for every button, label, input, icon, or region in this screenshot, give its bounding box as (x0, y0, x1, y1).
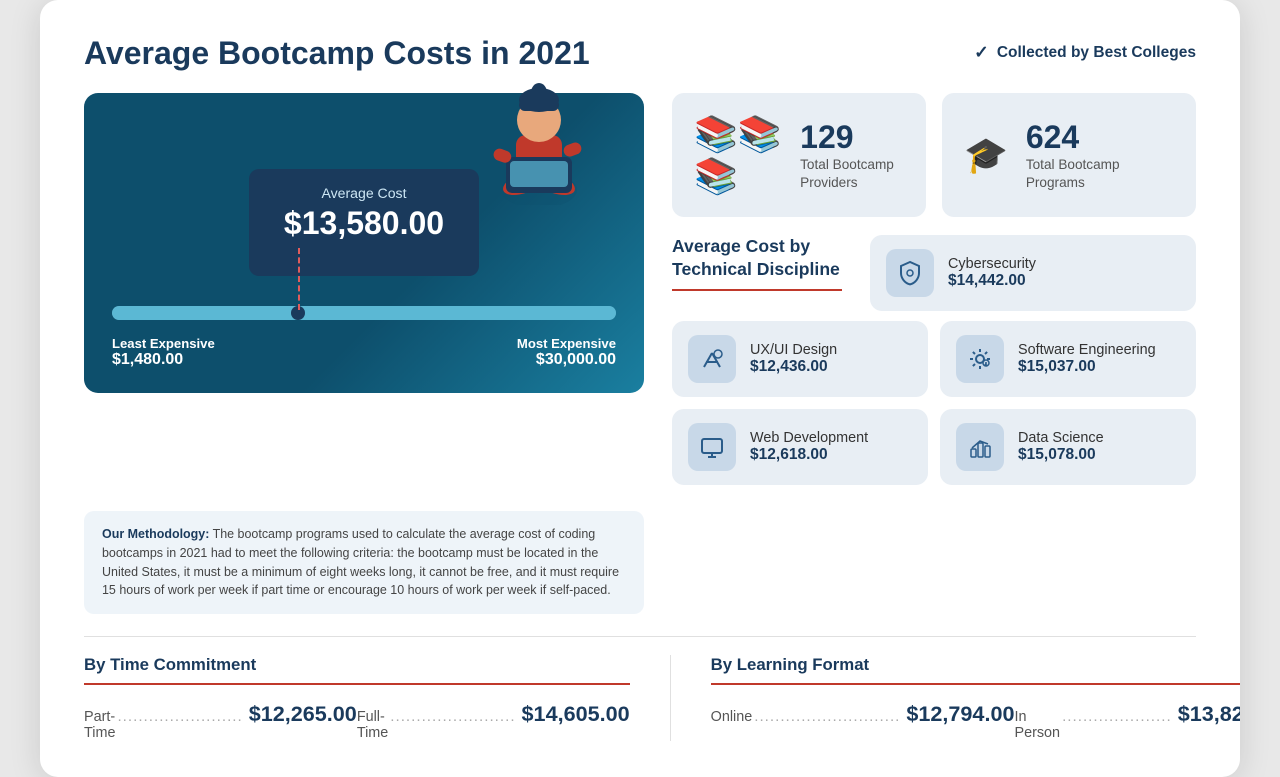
by-format-row: Online............................ $12,79… (711, 701, 1240, 741)
discipline-card-cybersecurity: Cybersecurity $14,442.00 (870, 235, 1196, 311)
chart-icon (956, 423, 1004, 471)
design-icon (688, 335, 736, 383)
by-time-divider (84, 683, 630, 685)
discipline-card-uxui: UX/UI Design $12,436.00 (672, 321, 928, 397)
discipline-section: Average Cost byTechnical Discipline C (672, 235, 1196, 485)
cost-tooltip: Average Cost $13,580.00 (249, 169, 479, 276)
by-format-title: By Learning Format (711, 655, 1240, 675)
lower-section: Our Methodology: The bootcamp programs u… (84, 507, 1196, 614)
stat-card-programs: 🎓 624 Total Bootcamp Programs (942, 93, 1196, 217)
datascience-name: Data Science (1018, 430, 1104, 446)
discipline-card-software: Software Engineering $15,037.00 (940, 321, 1196, 397)
monitor-icon (688, 423, 736, 471)
hero-card: Average Cost $13,580.00 Least Expensive … (84, 93, 644, 393)
discipline-header: Average Cost byTechnical Discipline C (672, 235, 1196, 311)
part-time-price: $12,265.00 (249, 701, 357, 727)
software-cost: $15,037.00 (1018, 358, 1156, 376)
main-card: Average Bootcamp Costs in 2021 ✓ Collect… (40, 0, 1240, 777)
full-time-price: $14,605.00 (522, 701, 630, 727)
cost-label: Average Cost (271, 185, 457, 201)
collected-by: ✓ Collected by Best Colleges (974, 42, 1196, 63)
discipline-card-webdev: Web Development $12,618.00 (672, 409, 928, 485)
least-expensive-label: Least Expensive $1,480.00 (112, 336, 215, 369)
range-labels: Least Expensive $1,480.00 Most Expensive… (112, 336, 616, 369)
online-label: Online (711, 709, 753, 725)
range-bar-wrap (112, 304, 616, 322)
providers-desc: Total Bootcamp Providers (800, 156, 904, 191)
most-expensive-label: Most Expensive $30,000.00 (517, 336, 616, 369)
online-item: Online............................ $12,79… (711, 701, 1015, 727)
discipline-title: Average Cost byTechnical Discipline (672, 235, 842, 281)
part-time-label: Part-Time (84, 709, 115, 741)
webdev-name: Web Development (750, 430, 868, 446)
in-person-dots: ..................... (1062, 708, 1172, 725)
by-time-title: By Time Commitment (84, 655, 630, 675)
stat-cards-row: 📚📚📚 129 Total Bootcamp Providers 🎓 624 T… (672, 93, 1196, 217)
bottom-section: By Time Commitment Part-Time............… (84, 636, 1196, 741)
person-illustration (474, 35, 604, 205)
in-person-price: $13,824.00 (1178, 701, 1240, 727)
uxui-cost: $12,436.00 (750, 358, 837, 376)
providers-number: 129 (800, 119, 904, 156)
range-section: Least Expensive $1,480.00 Most Expensive… (84, 286, 644, 393)
by-time-col: By Time Commitment Part-Time............… (84, 655, 670, 741)
gear-icon (956, 335, 1004, 383)
part-time-item: Part-Time........................ $12,265… (84, 701, 357, 741)
right-section: 📚📚📚 129 Total Bootcamp Providers 🎓 624 T… (672, 93, 1196, 485)
stat-card-providers: 📚📚📚 129 Total Bootcamp Providers (672, 93, 926, 217)
in-person-item: In Person..................... $13,824.00 (1014, 701, 1240, 741)
full-time-item: Full-Time........................ $14,605… (357, 701, 630, 741)
books-icon: 📚📚📚 (694, 113, 782, 197)
full-time-dots: ........................ (390, 708, 515, 725)
shield-icon (886, 249, 934, 297)
cybersecurity-cost: $14,442.00 (948, 272, 1036, 290)
software-name: Software Engineering (1018, 342, 1156, 358)
programs-desc: Total Bootcamp Programs (1026, 156, 1174, 191)
header-row: Average Bootcamp Costs in 2021 ✓ Collect… (84, 36, 1196, 71)
webdev-cost: $12,618.00 (750, 446, 868, 464)
range-dashed-line (298, 248, 300, 310)
range-bar-fill (112, 306, 616, 320)
discipline-card-datascience: Data Science $15,078.00 (940, 409, 1196, 485)
part-time-dots: ........................ (117, 708, 242, 725)
programs-number: 624 (1026, 119, 1174, 156)
graduation-icon: 🎓 (964, 134, 1008, 176)
cybersecurity-name: Cybersecurity (948, 256, 1036, 272)
online-dots: ............................ (754, 708, 900, 725)
by-format-divider (711, 683, 1240, 685)
discipline-title-block: Average Cost byTechnical Discipline (672, 235, 842, 303)
discipline-grid: UX/UI Design $12,436.00 (672, 321, 1196, 485)
online-price: $12,794.00 (906, 701, 1014, 727)
datascience-cost: $15,078.00 (1018, 446, 1104, 464)
by-time-row: Part-Time........................ $12,265… (84, 701, 630, 741)
left-lower: Our Methodology: The bootcamp programs u… (84, 507, 644, 614)
cost-value: $13,580.00 (271, 205, 457, 242)
uxui-name: UX/UI Design (750, 342, 837, 358)
in-person-label: In Person (1014, 709, 1060, 741)
verified-icon: ✓ (974, 42, 989, 63)
methodology-box: Our Methodology: The bootcamp programs u… (84, 511, 644, 614)
top-section: Average Cost $13,580.00 Least Expensive … (84, 93, 1196, 485)
collected-by-label: Collected by Best Colleges (997, 44, 1196, 62)
full-time-label: Full-Time (357, 709, 388, 741)
methodology-bold: Our Methodology: (102, 527, 209, 541)
by-format-col: By Learning Format Online...............… (670, 655, 1240, 741)
